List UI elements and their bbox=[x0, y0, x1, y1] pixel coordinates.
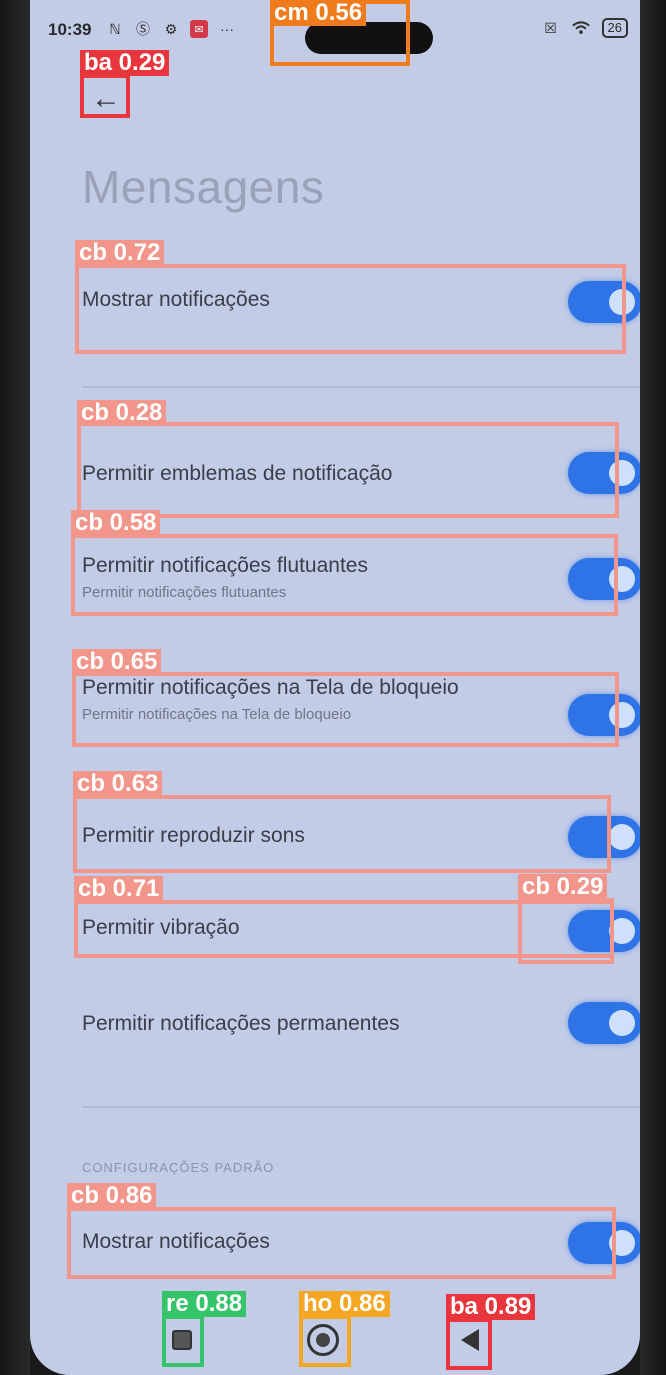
no-sim-icon: ☒ bbox=[544, 19, 557, 36]
detection-box bbox=[80, 74, 130, 118]
detection-label: cb 0.72 bbox=[75, 240, 165, 266]
detection-box bbox=[162, 1315, 204, 1367]
detection-label: re 0.88 bbox=[162, 1291, 247, 1317]
detection-box bbox=[75, 264, 626, 354]
detection-label: cb 0.28 bbox=[77, 400, 167, 426]
wifi-icon bbox=[571, 19, 590, 37]
page-title: Mensagens bbox=[82, 161, 325, 213]
toggle-switch[interactable] bbox=[568, 1002, 640, 1044]
status-icons-left: ℕ Ⓢ ⚙ ✉ ··· bbox=[106, 20, 236, 38]
battery-icon: 26 bbox=[601, 18, 628, 38]
detection-box bbox=[77, 422, 619, 518]
detection-label: cb 0.63 bbox=[73, 771, 163, 797]
detection-label: cb 0.65 bbox=[72, 649, 162, 675]
detection-label: cb 0.71 bbox=[74, 876, 164, 902]
nfc-icon: ℕ bbox=[109, 20, 121, 37]
detection-label: cm 0.56 bbox=[270, 0, 367, 26]
detection-label: cb 0.58 bbox=[71, 510, 161, 536]
toggle-knob bbox=[609, 1010, 635, 1036]
mail-icon: ✉ bbox=[190, 20, 208, 38]
detection-box bbox=[73, 795, 611, 873]
detection-label: ba 0.29 bbox=[80, 50, 170, 76]
detection-box bbox=[446, 1318, 492, 1370]
status-icons-right: ☒ 26 bbox=[542, 18, 628, 38]
s-icon: Ⓢ bbox=[136, 21, 150, 37]
detection-label: ho 0.86 bbox=[299, 1291, 390, 1317]
status-time: 10:39 bbox=[48, 20, 92, 39]
setting-permanent[interactable]: Permitir notificações permanentes bbox=[82, 1002, 640, 1046]
setting-label: Permitir notificações permanentes bbox=[82, 1012, 400, 1035]
divider bbox=[82, 1106, 640, 1108]
right-bezel bbox=[640, 0, 666, 1375]
detection-box bbox=[299, 1315, 351, 1367]
detection-label: cb 0.29 bbox=[518, 874, 608, 900]
section-header: CONFIGURAÇÕES PADRÃO bbox=[82, 1160, 275, 1175]
detection-box bbox=[71, 534, 618, 616]
divider bbox=[82, 386, 640, 388]
detection-box bbox=[67, 1207, 616, 1279]
more-dots: ··· bbox=[220, 21, 234, 37]
detection-box bbox=[72, 672, 619, 747]
detection-box bbox=[518, 898, 614, 964]
left-bezel bbox=[0, 0, 30, 1375]
detection-label: ba 0.89 bbox=[446, 1294, 536, 1320]
detection-label: cb 0.86 bbox=[67, 1183, 157, 1209]
toggle-knob bbox=[609, 824, 635, 850]
gear-icon: ⚙ bbox=[164, 20, 178, 37]
